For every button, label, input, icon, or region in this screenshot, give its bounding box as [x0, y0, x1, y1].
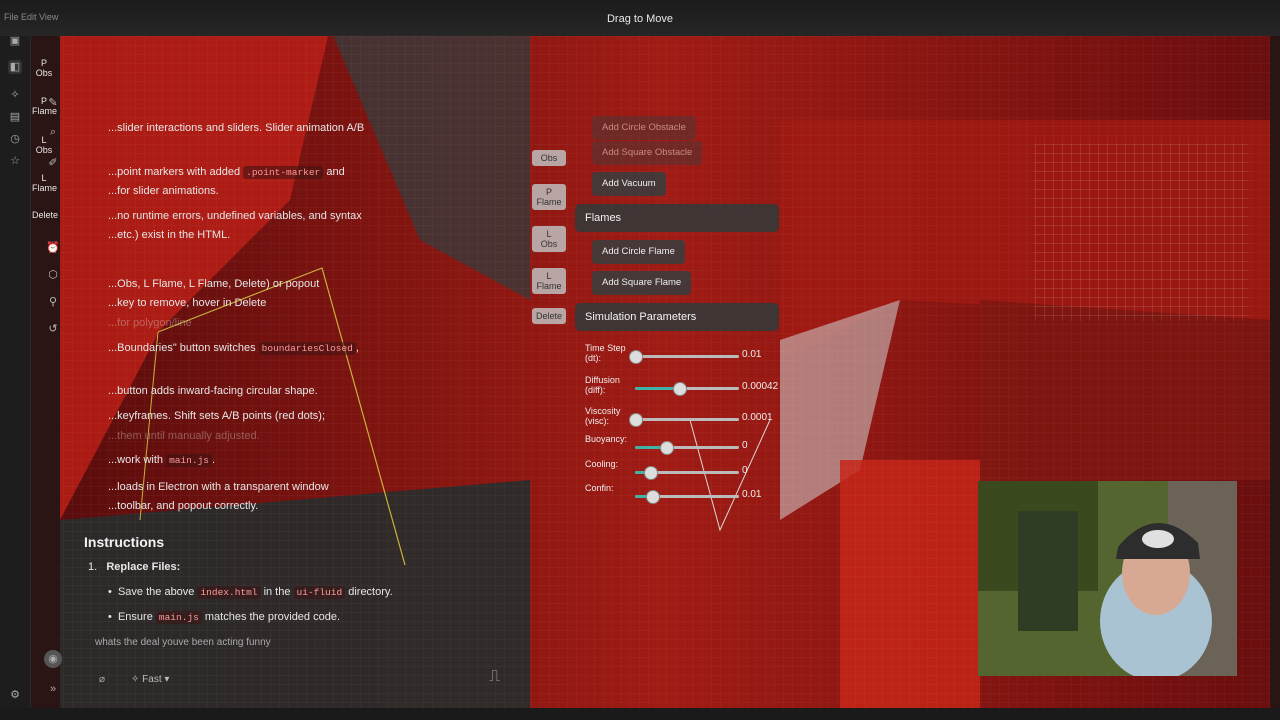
instructions-heading: Instructions	[84, 534, 165, 550]
pencil-icon[interactable]: ✐	[46, 156, 60, 170]
settings-icon[interactable]: ⚙	[8, 688, 22, 702]
chat-composer[interactable]: whats the deal youve been acting funny ⌀…	[85, 632, 505, 692]
chat-line: ...no runtime errors, undefined variable…	[108, 210, 362, 222]
star-icon[interactable]: ☆	[8, 154, 22, 168]
slider-track[interactable]	[635, 466, 739, 480]
inline-code: boundariesClosed	[258, 342, 356, 355]
chat-line: ...point markers with added .point-marke…	[108, 166, 345, 179]
slider-thumb[interactable]	[672, 382, 687, 396]
slider-thumb[interactable]	[643, 466, 658, 480]
slider-thumb[interactable]	[629, 350, 643, 364]
slider-value: 0.01	[742, 489, 762, 500]
add-square-flame-button[interactable]: Add Square Flame	[592, 271, 692, 295]
slider-label: Buoyancy:	[585, 434, 628, 444]
chat-line: ...button adds inward-facing circular sh…	[108, 385, 318, 397]
slider-label: Diffusion (diff):	[585, 375, 620, 395]
history-icon[interactable]: ◷	[8, 132, 22, 146]
ghost-p-flame-button[interactable]: P Flame	[32, 96, 57, 116]
alarm-icon[interactable]: ⏰	[46, 241, 60, 255]
flames-section-header[interactable]: Flames	[575, 204, 779, 232]
slider-value: 0	[742, 440, 748, 451]
cube-icon[interactable]: ⬡	[46, 268, 60, 282]
slider-row: Viscosity (visc): 0.0001	[575, 406, 779, 432]
expand-icon[interactable]: »	[46, 682, 60, 696]
add-circle-flame-button[interactable]: Add Circle Flame	[592, 240, 685, 264]
slider-value: 0.00042	[742, 381, 779, 392]
person-image	[978, 481, 1237, 676]
slider-thumb[interactable]	[629, 413, 643, 427]
slider-row: Buoyancy: 0	[575, 434, 779, 460]
window-icon[interactable]: ▣	[8, 34, 22, 48]
slider-thumb[interactable]	[645, 490, 660, 504]
sidebar-icon[interactable]: ◧	[8, 60, 22, 74]
slider-label: Cooling:	[585, 459, 619, 469]
slider-label: Viscosity (visc):	[585, 406, 621, 426]
chat-line: ...for slider animations.	[108, 185, 219, 197]
title-bar[interactable]: File Edit View Drag to Move	[0, 0, 1280, 36]
activity-rail: ▣ ◧ ✧ ▤ ◷ ☆ ⚙	[0, 28, 31, 708]
chat-line: ...them until manually adjusted.	[108, 430, 260, 442]
l-obs-button[interactable]: L Obs	[532, 226, 566, 252]
controls-panel: Obs P Flame L Obs L Flame Delete Add Cir…	[532, 116, 782, 708]
slider-row: Cooling: 0	[575, 459, 779, 485]
avatar-icon[interactable]: ◉	[44, 650, 62, 668]
slider-track[interactable]	[629, 350, 739, 364]
bullet-item: • Ensure main.js matches the provided co…	[108, 611, 341, 624]
slider-value: 0.0001	[742, 412, 773, 423]
chat-line: ...key to remove, hover in Delete	[108, 297, 267, 309]
obs-button[interactable]: Obs	[532, 150, 566, 166]
inline-code: main.js	[166, 454, 212, 467]
ghost-l-obs-button[interactable]: L Obs	[35, 135, 53, 155]
webcam-overlay	[978, 481, 1237, 676]
l-flame-button[interactable]: L Flame	[532, 268, 566, 294]
slider-label: Confin:	[585, 483, 614, 493]
slider-track[interactable]	[635, 382, 739, 396]
delete-button[interactable]: Delete	[532, 308, 566, 324]
chat-line: ...work with main.js.	[108, 454, 216, 467]
p-flame-button[interactable]: P Flame	[532, 184, 566, 210]
sparkle-icon[interactable]: ✧	[8, 88, 22, 102]
bullet-item: • Save the above index.html in the ui-fl…	[108, 586, 393, 599]
sim-params-header[interactable]: Simulation Parameters	[575, 303, 779, 331]
chat-line: ...keyframes. Shift sets A/B points (red…	[108, 410, 326, 422]
slider-value: 0.01	[742, 349, 762, 360]
step-item: 1. Replace Files:	[88, 561, 181, 573]
chat-line: ...for polygon/line	[108, 317, 192, 329]
slider-track[interactable]	[635, 490, 739, 504]
timer-icon[interactable]: ↺	[46, 322, 60, 336]
chat-line: ...slider interactions and sliders. Slid…	[108, 122, 365, 134]
slider-track[interactable]	[629, 413, 739, 427]
chat-line: ...Obs, L Flame, L Flame, Delete) or pop…	[108, 278, 320, 290]
attach-icon[interactable]: ⌀	[99, 674, 105, 685]
slider-row: Time Step (dt): 0.01	[575, 343, 779, 369]
files-icon[interactable]: ▤	[8, 110, 22, 124]
slider-thumb[interactable]	[660, 441, 675, 455]
chat-line: ...etc.) exist in the HTML.	[108, 229, 231, 241]
bottom-bar	[0, 708, 1280, 720]
stop-icon[interactable]: ⎍	[489, 668, 500, 686]
ghost-delete-button[interactable]: Delete	[30, 210, 60, 220]
add-square-obstacle-button[interactable]: Add Square Obstacle	[592, 141, 703, 165]
ghost-p-obs-button[interactable]: P Obs	[35, 58, 53, 78]
add-circle-obstacle-button[interactable]: Add Circle Obstacle	[592, 116, 696, 140]
chat-panel: ...slider interactions and sliders. Slid…	[60, 100, 530, 705]
model-selector[interactable]: ✧ Fast ▾	[131, 674, 169, 685]
slider-value: 0	[742, 465, 748, 476]
slider-row: Diffusion (diff): 0.00042	[575, 375, 779, 401]
slider-track[interactable]	[635, 441, 739, 455]
slider-label: Time Step (dt):	[585, 343, 626, 363]
chat-line: ...loads in Electron with a transparent …	[108, 481, 329, 493]
window-title: Drag to Move	[606, 13, 674, 25]
slider-row: Confin: 0.01	[575, 483, 779, 509]
pin-icon[interactable]: ⚲	[46, 295, 60, 309]
ghost-l-flame-button[interactable]: L Flame	[32, 173, 57, 193]
chat-line: ...toolbar, and popout correctly.	[108, 500, 259, 512]
add-vacuum-button[interactable]: Add Vacuum	[592, 172, 666, 196]
chat-line: ...Boundaries" button switches boundarie…	[108, 342, 359, 355]
inline-code: .point-marker	[243, 166, 324, 179]
composer-input[interactable]: whats the deal youve been acting funny	[95, 637, 271, 648]
